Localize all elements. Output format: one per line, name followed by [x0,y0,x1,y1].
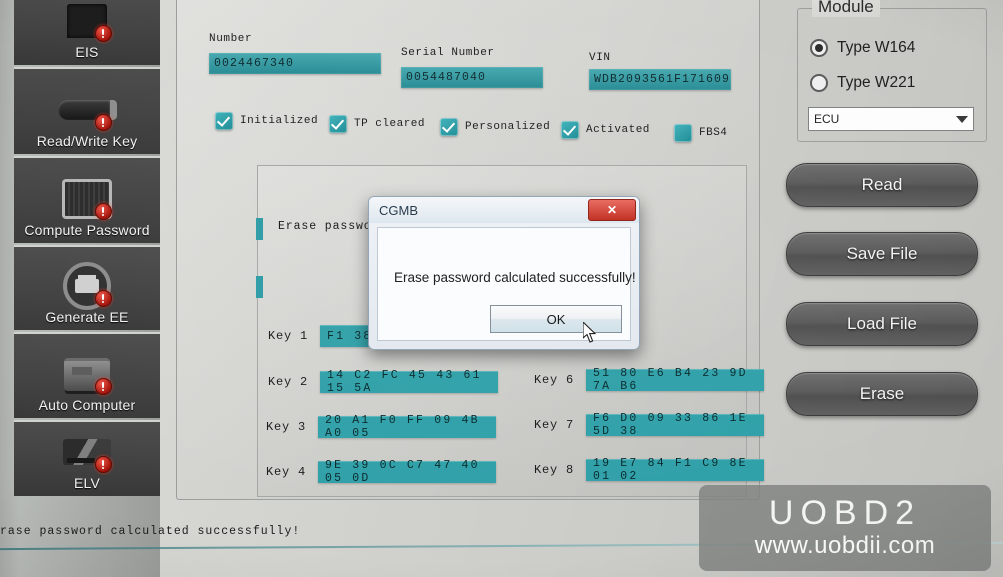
ok-button-label: OK [546,311,566,327]
key-row: Key 7 F6 D0 09 33 86 1E 5D 38 [534,412,764,438]
key-label: Key 2 [268,375,309,389]
key-row: Key 2 14 C2 FC 45 43 61 15 5A [268,369,498,395]
sidebar-item-label: ELV [73,475,101,491]
load-file-button[interactable]: Load File [786,302,978,346]
vin-label: VIN [589,52,611,64]
watermark-brand: UOBD2 [768,494,922,532]
erase-button[interactable]: Erase [786,372,978,416]
key-label: Key 3 [266,420,307,434]
panel-marker [256,276,263,298]
save-file-button-label: Save File [846,244,918,263]
key-value[interactable]: F6 D0 09 33 86 1E 5D 38 [586,412,764,438]
mouse-cursor-icon [583,322,597,343]
sidebar-item-label: Generate EE [45,309,129,325]
checkbox-box[interactable] [561,121,579,139]
panel-marker [256,218,263,240]
checkbox-box[interactable] [440,118,458,136]
radio-type-w221[interactable]: Type W221 [810,74,915,92]
radio-button[interactable] [810,39,828,57]
key-value[interactable]: 14 C2 FC 45 43 61 15 5A [320,369,498,395]
chip-icon [56,179,118,220]
sidebar-item-label: Auto Computer [38,397,136,413]
dialog-title: CGMB [379,202,418,218]
watermark: UOBD2 www.uobdii.com [699,485,991,571]
key-label: Key 7 [534,418,575,432]
checkbox-label: FBS4 [699,127,728,139]
ecu-icon [56,354,118,395]
elv-icon [56,432,118,473]
radio-label: Type W221 [837,74,916,91]
vin-field[interactable]: WDB2093561F171609 [589,69,731,90]
radio-label: Type W164 [837,39,916,56]
ecu-dropdown[interactable]: ECU [808,107,974,131]
sidebar-item-label: Compute Password [24,222,150,238]
key-row: Key 3 20 A1 F0 FF 09 4B A0 05 [266,414,496,440]
chevron-down-icon[interactable] [956,115,968,123]
sidebar-item-label: EIS [75,44,99,60]
checkbox-fbs4[interactable]: FBS4 [674,124,727,142]
key-value[interactable]: 9E 39 0C C7 47 40 05 0D [318,459,496,485]
load-file-button-label: Load File [847,314,917,333]
key-value[interactable]: 20 A1 F0 FF 09 4B A0 05 [318,414,496,440]
number-label: Number [209,33,253,45]
read-button[interactable]: Read [786,163,978,207]
checkbox-tp-cleared[interactable]: TP cleared [329,115,425,133]
close-icon[interactable]: ✕ [588,199,636,221]
radio-button[interactable] [810,74,828,92]
key-row: Key 8 19 E7 84 F1 C9 8E 01 02 [534,457,764,483]
checkbox-personalized[interactable]: Personalized [440,118,550,136]
sidebar-item-eis[interactable]: EIS [14,0,160,65]
module-type-group: Module Type W164 Type W221 ECU [797,0,987,142]
key-row: Key 6 51 80 E6 B4 23 9D 7A B6 [534,367,764,393]
key-row: Key 4 9E 39 0C C7 47 40 05 0D [266,459,496,485]
eeprom-icon [56,262,118,310]
checkbox-activated[interactable]: Activated [561,121,650,139]
sidebar-item-generate-ee[interactable]: Generate EE [14,245,160,330]
sidebar-item-compute-password[interactable]: Compute Password [14,156,160,243]
dialog-titlebar: CGMB ✕ [369,197,639,223]
application-window: EIS Read/Write Key Compute Password Gene… [0,0,1003,577]
key-label: Key 1 [268,329,309,343]
cgmb-dialog: CGMB ✕ Erase password calculated success… [368,196,640,350]
sidebar-item-label: Read/Write Key [36,133,138,149]
erase-button-label: Erase [859,384,905,403]
checkbox-label: Personalized [465,121,551,133]
save-file-button[interactable]: Save File [786,232,978,276]
read-button-label: Read [861,175,903,194]
checkbox-initialized[interactable]: Initialized [215,112,318,130]
checkbox-box[interactable] [215,112,233,130]
radio-type-w164[interactable]: Type W164 [810,39,915,57]
key-value[interactable]: 51 80 E6 B4 23 9D 7A B6 [586,367,764,393]
sidebar-item-auto-computer[interactable]: Auto Computer [14,332,160,418]
dialog-message: Erase password calculated successfully! [394,270,636,285]
sidebar-item-read-write-key[interactable]: Read/Write Key [14,67,160,154]
key-label: Key 4 [266,465,307,479]
checkbox-box[interactable] [329,115,347,133]
sidebar-item-elv[interactable]: ELV [14,420,160,496]
key-label: Key 6 [534,373,575,387]
key-label: Key 8 [534,463,575,477]
ecu-dropdown-value: ECU [814,112,840,126]
car-key-icon [56,90,118,131]
left-sidebar: EIS Read/Write Key Compute Password Gene… [0,0,160,577]
key-value[interactable]: 19 E7 84 F1 C9 8E 01 02 [586,457,764,483]
module-group-title: Module [812,0,880,17]
checkbox-label: Activated [586,124,650,136]
serial-number-label: Serial Number [401,47,495,59]
checkbox-label: Initialized [240,115,319,127]
checkbox-label: TP cleared [354,118,426,130]
ok-button[interactable]: OK [490,305,622,333]
eis-module-icon [56,1,118,42]
watermark-url: www.uobdii.com [754,532,936,559]
serial-number-field[interactable]: 0054487040 [401,67,543,88]
number-field[interactable]: 0024467340 [209,53,381,74]
checkbox-box[interactable] [674,124,692,142]
